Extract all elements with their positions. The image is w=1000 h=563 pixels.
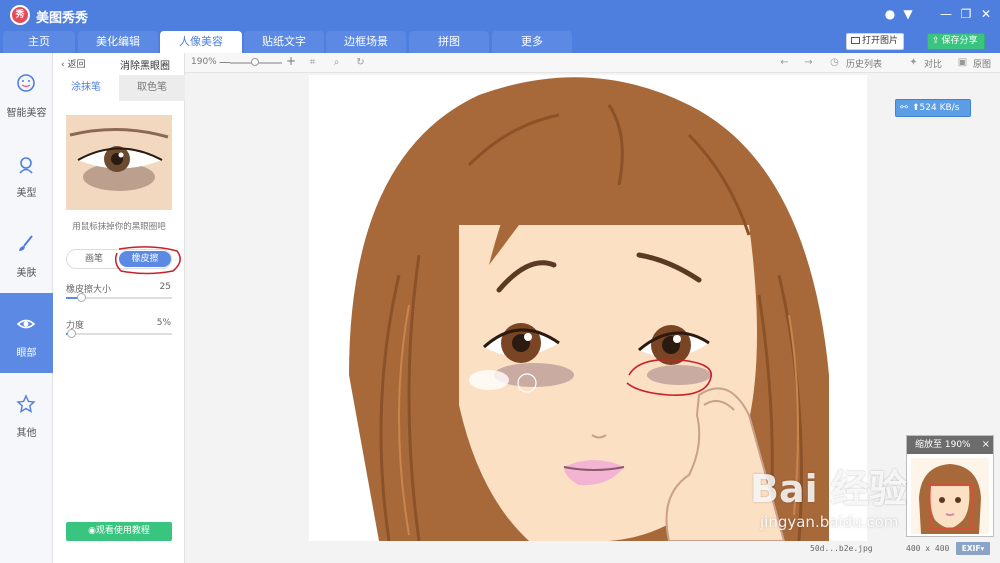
close-window-icon[interactable]: ✕	[978, 6, 994, 22]
back-button[interactable]: ‹ 返回	[61, 57, 85, 70]
back-label: 返回	[67, 60, 86, 70]
tab-portrait[interactable]: 人像美容	[160, 31, 242, 53]
photo-canvas[interactable]	[309, 75, 867, 541]
sidebar-label: 智能美容	[6, 108, 47, 119]
tab-collage[interactable]: 拼图	[409, 31, 489, 53]
strength-slider[interactable]	[66, 329, 172, 338]
sidebar-item-skin[interactable]: 美肤	[0, 213, 53, 293]
instruction-hint: 用鼠标抹掉你的黑眼圈吧	[72, 222, 166, 232]
tab-color-picker[interactable]: 取色笔	[119, 75, 185, 101]
image-icon	[851, 37, 860, 44]
eraser-size-label: 橡皮擦大小	[66, 285, 112, 295]
tutorial-label: 观看使用教程	[95, 526, 150, 536]
zoom-slider[interactable]	[230, 58, 282, 66]
panel-title: 消除黑眼圈	[120, 61, 170, 72]
save-share-label: 保存分享	[941, 36, 978, 46]
open-image-label: 打开图片	[862, 36, 899, 46]
menu-dropdown-icon[interactable]: ▼	[900, 6, 916, 22]
compare-button[interactable]: 对比	[924, 57, 942, 70]
brush-icon	[19, 235, 33, 251]
tab-frames-scenes[interactable]: 边框场景	[326, 31, 406, 53]
eye-icon	[16, 319, 36, 329]
panel-header: ‹ 返回 消除黑眼圈	[53, 53, 185, 73]
navigator-title: 缩放至 190%	[915, 440, 971, 450]
example-eye-thumbnail	[66, 115, 172, 210]
eraser-size-handle[interactable]	[77, 293, 86, 302]
original-button[interactable]: 原图	[973, 57, 991, 70]
annotation-circle-eraser	[114, 246, 181, 275]
network-speed-badge: ⚯ ⬆524 KB/s	[895, 99, 971, 117]
crop-fit-icon[interactable]: ⌗	[306, 56, 319, 69]
face-outline-icon	[19, 157, 33, 174]
canvas-toolbar: 190% — + ⌗ ⌕ ↻ ← → ◷ 历史列表 ✦ 对比 ▣ 原图	[185, 53, 1000, 73]
save-share-button[interactable]: ⇪ 保存分享	[927, 33, 985, 50]
main-nav: 主页 美化编辑 人像美容 贴纸文字 边框场景 拼图 更多 打开图片 ⇪ 保存分享	[0, 30, 1000, 53]
link-icon: ⚯	[900, 103, 908, 113]
zoom-navigator: 缩放至 190% ×	[906, 435, 994, 537]
title-bar: 秀 美图秀秀 ● ▼ — ❐ ✕	[0, 0, 1000, 30]
tab-smear-brush[interactable]: 涂抹笔	[53, 75, 119, 101]
magnifier-icon[interactable]: ⌕	[330, 56, 343, 69]
compare-icon[interactable]: ✦	[907, 56, 920, 69]
eye-icon: ◉	[88, 526, 96, 536]
watch-tutorial-button[interactable]: ◉观看使用教程	[66, 522, 172, 541]
chat-icon[interactable]: ●	[882, 6, 898, 22]
sidebar-item-eyes[interactable]: 眼部	[0, 293, 53, 373]
zoom-handle[interactable]	[251, 58, 259, 66]
sidebar-item-other[interactable]: 其他	[0, 373, 53, 453]
canvas-area: ⚯ ⬆524 KB/s 50d...b2e.jpg 400 x 400 EXIF▾	[185, 73, 1000, 563]
sidebar-label: 眼部	[16, 348, 37, 359]
exif-button[interactable]: EXIF▾	[956, 542, 990, 555]
strength-handle[interactable]	[67, 329, 76, 338]
up-arrow-icon: ⬆	[912, 103, 920, 113]
restore-icon[interactable]: ❐	[958, 6, 974, 22]
undo-arrow-icon[interactable]: ←	[778, 56, 791, 69]
cartoon-girl-illustration	[309, 75, 867, 541]
minimize-icon[interactable]: —	[938, 6, 954, 22]
tab-more[interactable]: 更多	[492, 31, 572, 53]
sidebar-label: 美肤	[16, 268, 37, 279]
redo-arrow-icon[interactable]: →	[802, 56, 815, 69]
eraser-size-slider[interactable]	[66, 293, 172, 302]
navigator-header: 缩放至 190% ×	[907, 436, 993, 454]
file-name: 50d...b2e.jpg	[810, 544, 873, 553]
history-clock-icon[interactable]: ◷	[828, 56, 841, 69]
zoom-level: 190%	[191, 57, 217, 67]
rotate-icon[interactable]: ↻	[354, 56, 367, 69]
tab-home[interactable]: 主页	[3, 31, 75, 53]
exif-label: EXIF	[961, 544, 981, 553]
open-image-button[interactable]: 打开图片	[846, 33, 904, 50]
strength-value: 5%	[156, 318, 171, 328]
navigator-preview[interactable]	[911, 458, 989, 534]
sidebar-item-smart-beauty[interactable]: 智能美容	[0, 53, 53, 133]
image-dimensions: 400 x 400	[906, 544, 950, 553]
zoom-in-icon[interactable]: +	[286, 54, 296, 68]
star-icon	[16, 394, 36, 413]
chevron-down-icon: ▾	[980, 544, 985, 553]
face-smile-icon	[17, 74, 35, 92]
tab-beautify-edit[interactable]: 美化编辑	[78, 31, 158, 53]
app-name: 美图秀秀	[36, 11, 89, 26]
tool-panel: ‹ 返回 消除黑眼圈 涂抹笔 取色笔 用鼠标抹掉你的黑眼圈吧 画笔 橡皮擦 橡皮…	[53, 53, 185, 563]
history-list-button[interactable]: 历史列表	[846, 57, 882, 70]
original-image-icon[interactable]: ▣	[956, 56, 969, 69]
sidebar-label: 美型	[16, 188, 37, 199]
navigator-thumbnail-illustration	[911, 458, 989, 534]
app-logo: 秀	[10, 5, 30, 25]
feature-sidebar: 智能美容 美型 美肤 眼部 其他	[0, 53, 53, 563]
sidebar-item-face-shape[interactable]: 美型	[0, 133, 53, 213]
eye-photo-illustration	[66, 115, 172, 210]
tab-stickers-text[interactable]: 贴纸文字	[244, 31, 324, 53]
speed-value: 524 KB/s	[919, 103, 960, 113]
sidebar-label: 其他	[16, 428, 37, 439]
save-icon: ⇪	[932, 36, 940, 46]
close-icon[interactable]: ×	[982, 436, 990, 454]
eraser-size-value: 25	[159, 282, 171, 292]
